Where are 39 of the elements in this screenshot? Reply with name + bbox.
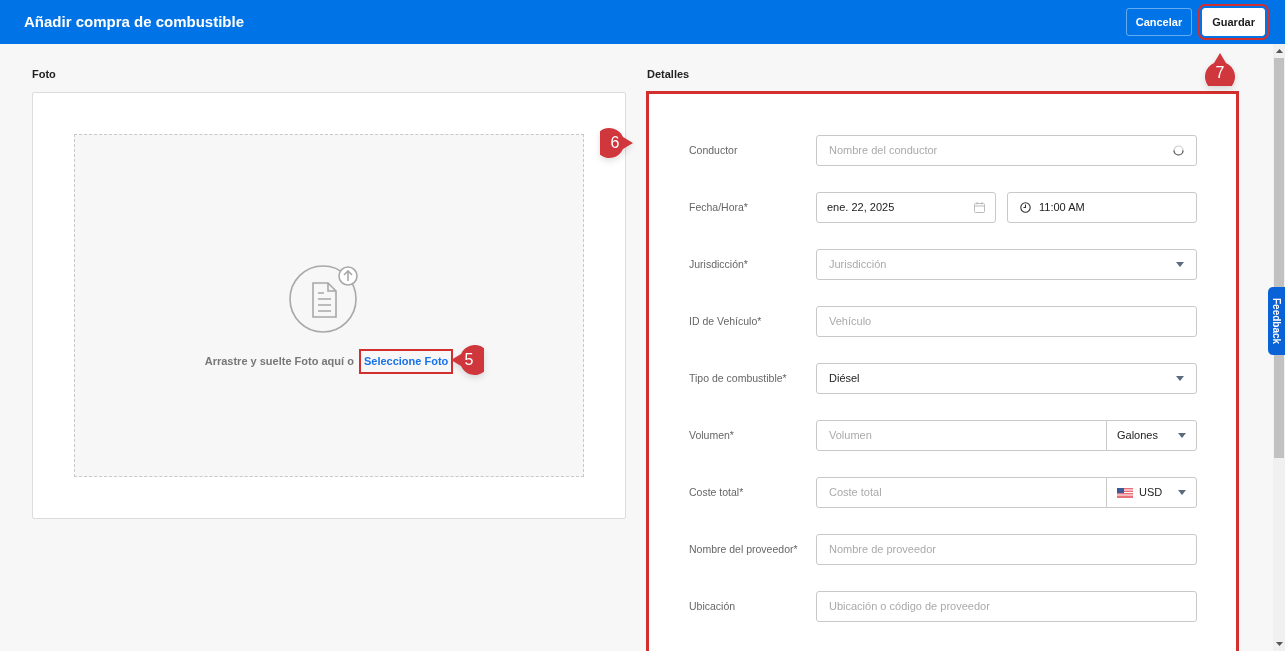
- cancel-button[interactable]: Cancelar: [1125, 8, 1193, 36]
- callout-marker: 6: [600, 126, 634, 160]
- calendar-icon: [974, 202, 985, 213]
- field-label: Coste total*: [689, 484, 745, 500]
- unit-select[interactable]: Galones: [1106, 420, 1197, 451]
- currency-select[interactable]: USD: [1106, 477, 1197, 508]
- date-field[interactable]: ene. 22, 2025: [816, 192, 996, 223]
- flag-icon: [1117, 487, 1133, 498]
- input-field[interactable]: Ubicación o código de proveedor: [816, 591, 1197, 622]
- select-photo-link[interactable]: Seleccione Foto: [358, 349, 454, 374]
- input-field[interactable]: Nombre de proveedor: [816, 534, 1197, 565]
- section-title: Detalles: [647, 67, 690, 80]
- select-field[interactable]: Diésel: [816, 363, 1197, 394]
- select-field[interactable]: Jurisdicción: [816, 249, 1197, 280]
- loading-spinner-icon: [1173, 145, 1184, 156]
- field-label: Fecha/Hora*: [689, 199, 749, 215]
- time-field[interactable]: 11:00 AM: [1007, 192, 1197, 223]
- field-label: Nombre del proveedor*: [689, 541, 799, 557]
- caret-icon: [1176, 376, 1184, 381]
- callout-marker: 5: [450, 343, 484, 377]
- field-label: Tipo de combustible*: [689, 370, 788, 386]
- field-label: Ubicación: [689, 598, 737, 614]
- field-label: Volumen*: [689, 427, 735, 443]
- input-field[interactable]: Vehículo: [816, 306, 1197, 337]
- scrollbar[interactable]: [1273, 44, 1285, 651]
- caret-icon: [1176, 262, 1184, 267]
- caret-icon: [1178, 490, 1186, 495]
- field-label: Jurisdicción*: [689, 256, 749, 272]
- feedback-tab[interactable]: Feedback: [1268, 287, 1285, 355]
- page-title: Añadir compra de combustible: [24, 11, 246, 32]
- input-field[interactable]: Volumen: [816, 420, 1107, 451]
- field-label: Conductor: [689, 142, 739, 158]
- section-title: Foto: [32, 67, 56, 80]
- field-label: ID de Vehículo*: [689, 313, 763, 329]
- clock-icon: [1020, 202, 1031, 213]
- caret-icon: [1178, 433, 1186, 438]
- input-field[interactable]: Coste total: [816, 477, 1107, 508]
- callout-marker: 7: [1203, 52, 1237, 86]
- driver-field[interactable]: Nombre del conductor: [816, 135, 1197, 166]
